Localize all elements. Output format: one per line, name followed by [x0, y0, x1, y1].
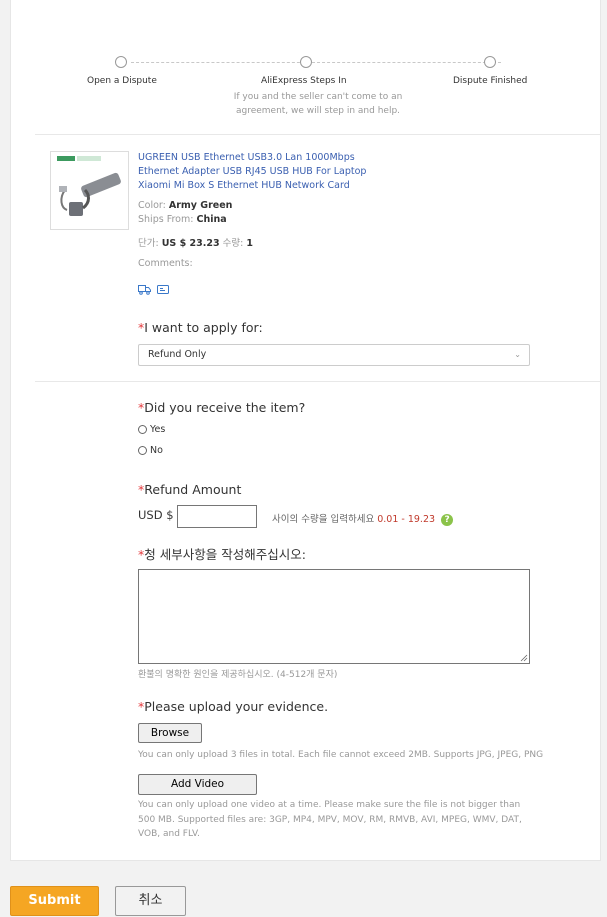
step-label-finished: Dispute Finished — [453, 76, 528, 86]
step-dot-finished — [484, 56, 496, 68]
dispute-form-panel: Open a Dispute AliExpress Steps In Dispu… — [10, 0, 601, 861]
radio-circle[interactable] — [138, 446, 147, 455]
comments-label: Comments: — [138, 258, 193, 269]
details-label: *청 세부사항을 작성해주십시오: — [138, 547, 306, 562]
product-price-qty: 단가: US $ 23.23 수량: 1 — [138, 238, 253, 249]
help-icon[interactable]: ? — [441, 513, 454, 526]
browse-hint: You can only upload 3 files in total. Ea… — [138, 750, 544, 760]
step-label-steps-in: AliExpress Steps In — [261, 76, 347, 86]
refund-amount-input[interactable] — [177, 505, 257, 528]
message-icon[interactable] — [157, 280, 169, 299]
divider — [35, 381, 600, 382]
apply-for-label: *I want to apply for: — [138, 320, 263, 335]
received-label: *Did you receive the item? — [138, 400, 306, 415]
progress-line — [131, 62, 501, 64]
truck-icon[interactable] — [138, 280, 151, 299]
browse-button[interactable]: Browse — [138, 723, 202, 743]
chevron-down-icon: ⌄ — [514, 350, 521, 359]
step-dot-open — [115, 56, 127, 68]
refund-range-hint: 사이의 수량을 입력하세요 0.01 - 19.23 ? — [272, 511, 454, 526]
product-color: Color: Army Green — [138, 200, 233, 211]
refund-amount-label: *Refund Amount — [138, 482, 242, 497]
divider — [35, 134, 600, 135]
resize-grip-icon[interactable] — [520, 654, 528, 662]
step-description: If you and the seller can't come to an a… — [233, 92, 403, 116]
radio-no[interactable]: No — [138, 445, 163, 456]
radio-yes[interactable]: Yes — [138, 424, 165, 435]
details-hint: 환불의 명확한 원인을 제공하십시오. (4-512개 문자) — [138, 670, 338, 680]
radio-circle[interactable] — [138, 425, 147, 434]
product-title-link[interactable]: UGREEN USB Ethernet USB3.0 Lan 1000Mbps … — [138, 151, 398, 193]
product-ships-from: Ships From: China — [138, 214, 227, 225]
submit-button[interactable]: Submit — [10, 886, 99, 916]
details-textarea[interactable] — [138, 569, 530, 664]
step-dot-steps-in — [300, 56, 312, 68]
add-video-button[interactable]: Add Video — [138, 774, 257, 795]
cancel-button[interactable]: 취소 — [115, 886, 186, 916]
currency-label: USD $ — [138, 508, 174, 522]
evidence-label: *Please upload your evidence. — [138, 699, 329, 714]
apply-for-select[interactable]: Refund Only ⌄ — [138, 344, 530, 366]
product-thumbnail[interactable] — [50, 151, 129, 230]
step-label-open: Open a Dispute — [87, 76, 157, 86]
video-hint: You can only upload one video at a time.… — [138, 800, 522, 839]
